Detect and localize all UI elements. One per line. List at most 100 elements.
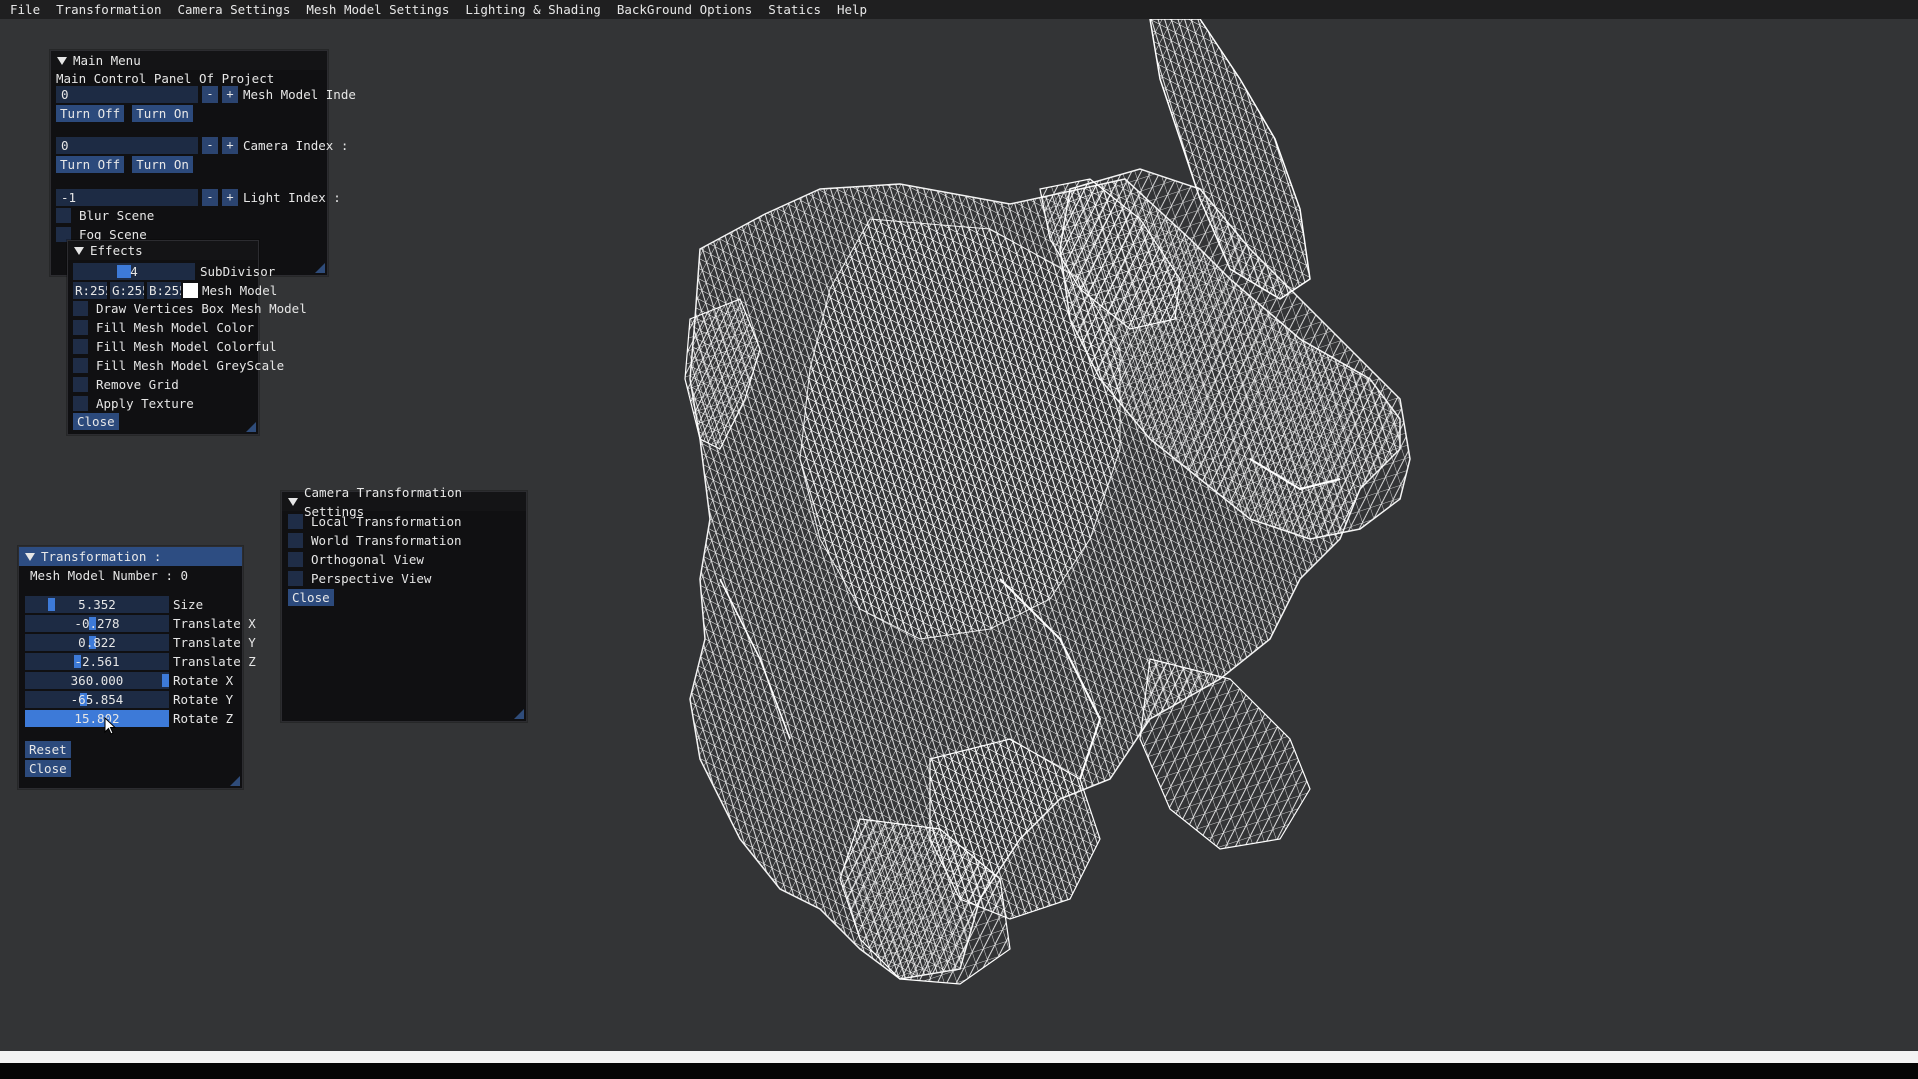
effect-option-checkbox[interactable] [73, 301, 88, 316]
effect-option-checkbox[interactable] [73, 377, 88, 392]
effects-close-button[interactable]: Close [73, 413, 119, 430]
camera-transform-window: Camera Transformation Settings Local Tra… [281, 485, 527, 722]
camera-option-label: World Transformation [311, 533, 462, 548]
menu-item-transformation[interactable]: Transformation [48, 0, 169, 19]
effect-option-checkbox[interactable] [73, 396, 88, 411]
main-menu-subtitle: Main Control Panel Of Project [56, 71, 275, 86]
effect-option-checkbox[interactable] [73, 358, 88, 373]
camera-transform-resize-grip[interactable] [514, 709, 524, 719]
transform-slider-label: Rotate Z [173, 711, 234, 726]
transform-slider-label: Size [173, 597, 204, 612]
mesh-turn-on-button[interactable]: Turn On [132, 105, 193, 122]
subdivision-slider[interactable]: 4 [73, 263, 195, 280]
transform-slider-value: -65.854 [70, 692, 124, 707]
camera-turn-off-button[interactable]: Turn Off [56, 156, 125, 173]
transformation-close-button[interactable]: Close [25, 760, 71, 777]
transformation-title[interactable]: Transformation : [19, 547, 242, 566]
effect-option-label: Apply Texture [96, 396, 194, 411]
transform-slider[interactable]: 360.000 [25, 672, 169, 689]
color-swatch[interactable] [183, 283, 198, 298]
transformation-window: Transformation : Mesh Model Number : 0 5… [18, 546, 256, 789]
mesh-color-label: Mesh Model [202, 283, 278, 298]
light-index-minus-button[interactable]: - [202, 189, 218, 206]
effects-title[interactable]: Effects [68, 241, 258, 260]
color-b-field[interactable]: B:255 [147, 282, 181, 299]
effect-option-label: Remove Grid [96, 377, 179, 392]
light-index-label: Light Index : [243, 190, 341, 205]
bottom-white-bar [0, 1051, 1918, 1063]
transform-slider[interactable]: -2.561 [25, 653, 169, 670]
camera-turn-on-button[interactable]: Turn On [132, 156, 193, 173]
effects-resize-grip[interactable] [246, 422, 256, 432]
transformation-reset-button[interactable]: Reset [25, 741, 71, 758]
light-index-input[interactable]: -1 [56, 189, 198, 206]
effects-title-text: Effects [90, 243, 143, 258]
color-g-field[interactable]: G:255 [110, 282, 144, 299]
blur-scene-checkbox[interactable] [56, 208, 71, 223]
menu-item-help[interactable]: Help [829, 0, 875, 19]
mesh-index-plus-button[interactable]: + [222, 86, 238, 103]
color-r-field[interactable]: R:255 [73, 282, 107, 299]
camera-option-label: Local Transformation [311, 514, 462, 529]
menu-item-mesh-model-settings[interactable]: Mesh Model Settings [298, 0, 457, 19]
effects-window: Effects 4 SubDivisor R:255 G:255 B:255 M… [67, 240, 307, 435]
menu-item-lighting-shading[interactable]: Lighting & Shading [457, 0, 608, 19]
subdivision-label: SubDivisor [200, 264, 276, 279]
blur-scene-label: Blur Scene [79, 208, 155, 223]
mesh-index-minus-button[interactable]: - [202, 86, 218, 103]
camera-option-checkbox[interactable] [288, 533, 303, 548]
menu-item-file[interactable]: File [0, 0, 48, 19]
camera-transform-close-button[interactable]: Close [288, 589, 334, 606]
main-menu-resize-grip[interactable] [315, 263, 325, 273]
collapse-triangle-icon[interactable] [74, 246, 84, 255]
mesh-model-number: Mesh Model Number : 0 [30, 568, 189, 583]
transform-slider-label: Translate X [173, 616, 256, 631]
transform-slider-value: 0.822 [78, 635, 116, 650]
main-menu-title-text: Main Menu [73, 53, 141, 68]
camera-index-minus-button[interactable]: - [202, 137, 218, 154]
camera-index-plus-button[interactable]: + [222, 137, 238, 154]
camera-transform-title[interactable]: Camera Transformation Settings [282, 485, 526, 519]
mesh-index-label: Mesh Model Inde [243, 87, 356, 102]
effect-option-label: Fill Mesh Model GreyScale [96, 358, 285, 373]
mouse-cursor-icon [104, 717, 116, 735]
transformation-resize-grip[interactable] [230, 776, 240, 786]
transform-slider-value: 15.802 [74, 711, 120, 726]
transform-slider[interactable]: 0.822 [25, 634, 169, 651]
transformation-title-text: Transformation : [41, 549, 162, 564]
transform-slider-label: Translate Y [173, 635, 256, 650]
transform-slider[interactable]: -0.278 [25, 615, 169, 632]
camera-index-input[interactable]: 0 [56, 137, 198, 154]
effect-option-checkbox[interactable] [73, 339, 88, 354]
collapse-triangle-icon[interactable] [57, 56, 67, 65]
camera-option-checkbox[interactable] [288, 571, 303, 586]
camera-option-label: Orthogonal View [311, 552, 424, 567]
transform-slider-value: -0.278 [74, 616, 120, 631]
transform-slider-label: Rotate X [173, 673, 234, 688]
collapse-triangle-icon[interactable] [288, 497, 298, 506]
camera-option-checkbox[interactable] [288, 552, 303, 567]
light-index-plus-button[interactable]: + [222, 189, 238, 206]
effect-option-label: Fill Mesh Model Color [96, 320, 255, 335]
transform-slider-label: Rotate Y [173, 692, 234, 707]
effect-option-checkbox[interactable] [73, 320, 88, 335]
mesh-turn-off-button[interactable]: Turn Off [56, 105, 125, 122]
mesh-index-input[interactable]: 0 [56, 86, 198, 103]
collapse-triangle-icon[interactable] [25, 552, 35, 561]
menu-item-background-options[interactable]: BackGround Options [609, 0, 760, 19]
camera-index-label: Camera Index : [243, 138, 349, 153]
menu-bar: File Transformation Camera Settings Mesh Mo… [0, 0, 1918, 20]
transform-slider-value: 360.000 [70, 673, 124, 688]
transform-slider[interactable]: -65.854 [25, 691, 169, 708]
main-menu-title[interactable]: Main Menu [51, 51, 327, 70]
effect-option-label: Fill Mesh Model Colorful [96, 339, 277, 354]
transform-slider[interactable]: 5.352 [25, 596, 169, 613]
camera-option-checkbox[interactable] [288, 514, 303, 529]
effect-option-label: Draw Vertices Box Mesh Model [96, 301, 307, 316]
menu-item-camera-settings[interactable]: Camera Settings [169, 0, 298, 19]
transform-slider[interactable]: 15.802 [25, 710, 169, 727]
menu-item-statics[interactable]: Statics [760, 0, 829, 19]
camera-option-label: Perspective View [311, 571, 432, 586]
transform-slider-value: -2.561 [74, 654, 120, 669]
transform-slider-label: Translate Z [173, 654, 256, 669]
